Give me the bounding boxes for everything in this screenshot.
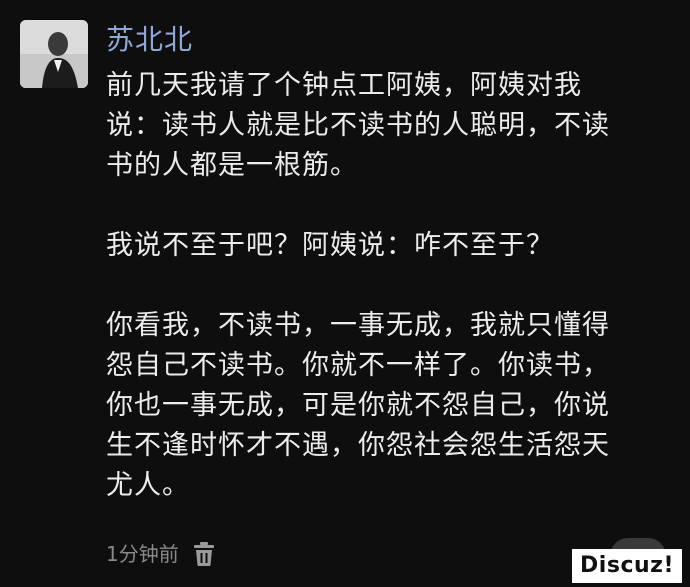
- comment-body: 前几天我请了个钟点工阿姨，阿姨对我 说：读书人就是比不读书的人聪明，不读 书的人…: [106, 66, 676, 506]
- comment-paragraph: 你看我，不读书，一事无成，我就只懂得 怨自己不读书。你就不一样了。你读书， 你也…: [106, 310, 610, 501]
- avatar[interactable]: [20, 20, 88, 88]
- comment-paragraph: 前几天我请了个钟点工阿姨，阿姨对我 说：读书人就是比不读书的人聪明，不读 书的人…: [106, 70, 610, 181]
- comment-paragraph: 我说不至于吧？阿姨说：咋不至于？: [106, 230, 554, 261]
- comment-meta: 1分钟前: [106, 536, 215, 572]
- username[interactable]: 苏北北: [106, 20, 193, 60]
- timestamp: 1分钟前: [106, 542, 179, 566]
- comment-card: 苏北北 前几天我请了个钟点工阿姨，阿姨对我 说：读书人就是比不读书的人聪明，不读…: [0, 0, 690, 587]
- avatar-image: [20, 20, 88, 88]
- watermark-logo: Discuz!: [572, 549, 682, 583]
- trash-icon[interactable]: [193, 541, 215, 567]
